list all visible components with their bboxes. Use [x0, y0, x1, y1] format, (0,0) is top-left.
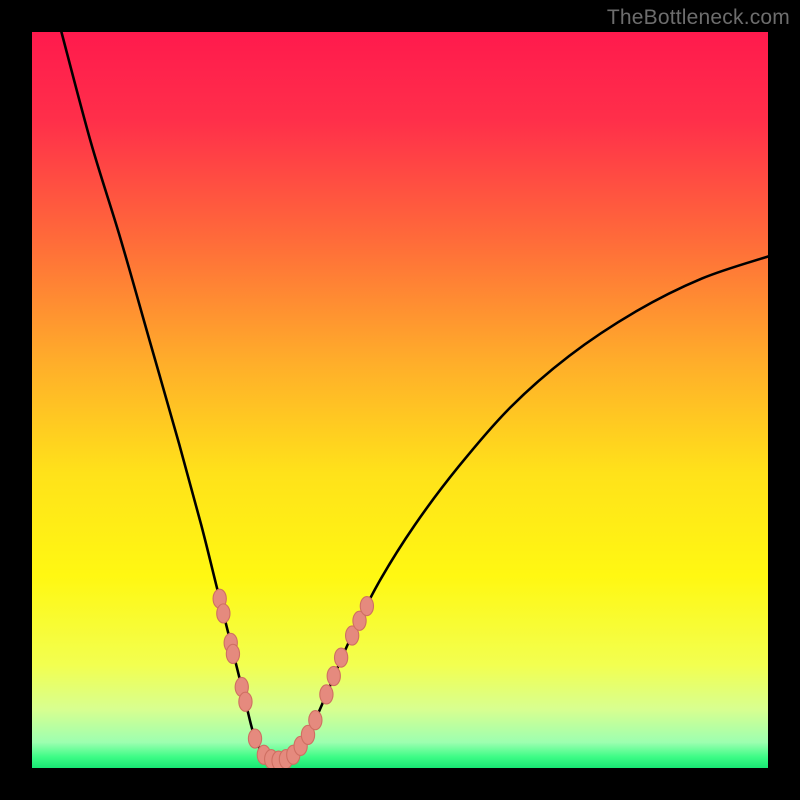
data-marker: [309, 711, 322, 730]
watermark-text: TheBottleneck.com: [607, 6, 790, 30]
plot-area: [32, 32, 768, 768]
data-marker: [217, 604, 230, 623]
data-marker: [239, 692, 252, 711]
data-marker: [320, 685, 333, 704]
data-marker: [327, 666, 340, 685]
chart-frame: TheBottleneck.com: [0, 0, 800, 800]
bottleneck-curve: [32, 32, 768, 768]
data-marker: [226, 644, 239, 663]
data-marker: [360, 597, 373, 616]
data-marker: [248, 729, 261, 748]
data-marker: [334, 648, 347, 667]
